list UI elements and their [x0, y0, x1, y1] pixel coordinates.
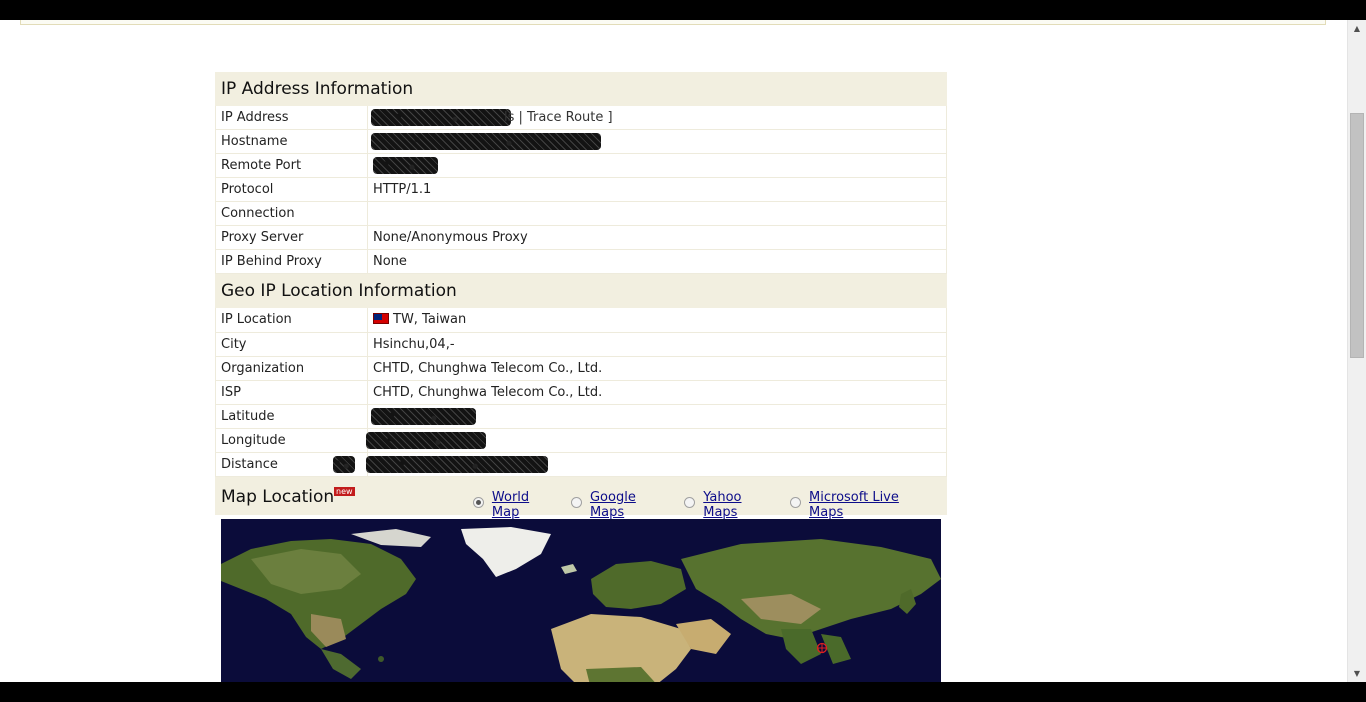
vertical-scrollbar[interactable]: ▲ ▼ [1347, 20, 1366, 682]
geo-section-title: Geo IP Location Information [215, 274, 947, 308]
city-value: Hsinchu,04,- [373, 337, 455, 352]
world-map-link[interactable]: World Map [492, 490, 560, 520]
redacted-block [371, 408, 476, 425]
row-ip-location: IP Location TW, Taiwan [215, 308, 947, 333]
yahoo-maps-link[interactable]: Yahoo Maps [703, 490, 779, 520]
map-section-header: Map Location new World Map Google Maps Y… [215, 477, 947, 520]
distance-value [333, 453, 946, 476]
row-protocol: Protocol HTTP/1.1 [215, 178, 947, 202]
row-latitude: Latitude [215, 405, 947, 429]
organization-value: CHTD, Chunghwa Telecom Co., Ltd. [373, 361, 603, 376]
row-label: City [216, 333, 368, 356]
browser-bottom-bar [0, 682, 1366, 702]
ip-location-text: TW, Taiwan [393, 312, 467, 327]
row-label: Organization [216, 357, 368, 380]
yahoo-maps-radio[interactable] [684, 496, 696, 508]
isp-value: CHTD, Chunghwa Telecom Co., Ltd. [373, 385, 603, 400]
map-option-google[interactable]: Google Maps [571, 490, 673, 520]
world-map-radio[interactable] [473, 496, 484, 508]
row-proxy-server: Proxy Server None/Anonymous Proxy [215, 226, 947, 250]
google-maps-radio[interactable] [571, 496, 582, 508]
redacted-block [333, 456, 355, 473]
taiwan-flag-icon [373, 313, 389, 324]
row-label: IP Behind Proxy [216, 250, 368, 273]
row-label: Remote Port [216, 154, 368, 177]
hostname-value [368, 130, 946, 153]
map-option-yahoo[interactable]: Yahoo Maps [684, 490, 779, 520]
microsoft-maps-radio[interactable] [790, 496, 802, 508]
row-label: IP Location [216, 308, 368, 332]
row-organization: Organization CHTD, Chunghwa Telecom Co.,… [215, 357, 947, 381]
row-label: ISP [216, 381, 368, 404]
new-badge: new [334, 487, 355, 496]
row-distance: Distance [215, 453, 947, 477]
row-label: IP Address [216, 106, 368, 129]
row-label: Latitude [216, 405, 368, 428]
ip-behind-proxy-value: None [373, 254, 407, 269]
ip-info-panel: IP Address Information IP Address ls | T… [215, 72, 947, 689]
row-label: Longitude [216, 429, 368, 452]
redacted-block [366, 432, 486, 449]
map-option-microsoft[interactable]: Microsoft Live Maps [790, 490, 936, 520]
scroll-up-arrow-icon[interactable]: ▲ [1348, 20, 1366, 37]
row-remote-port: Remote Port [215, 154, 947, 178]
latitude-value [368, 405, 946, 428]
redacted-block [371, 109, 511, 126]
world-map-image [221, 519, 941, 689]
browser-top-bar [0, 0, 1366, 20]
redacted-block [366, 456, 548, 473]
ip-location-value: TW, Taiwan [368, 308, 946, 332]
map-option-world[interactable]: World Map [473, 490, 560, 520]
scroll-down-arrow-icon[interactable]: ▼ [1348, 665, 1366, 682]
trace-route-link[interactable]: ls | Trace Route ] [504, 106, 613, 129]
row-ip-address: IP Address ls | Trace Route ] [215, 106, 947, 130]
scroll-thumb[interactable] [1350, 113, 1364, 358]
row-connection: Connection [215, 202, 947, 226]
world-map[interactable] [221, 519, 941, 689]
notice-strip [20, 20, 1326, 25]
row-ip-behind-proxy: IP Behind Proxy None [215, 250, 947, 274]
redacted-block [371, 133, 601, 150]
row-hostname: Hostname [215, 130, 947, 154]
row-label: Hostname [216, 130, 368, 153]
protocol-value: HTTP/1.1 [373, 182, 432, 197]
redacted-block [373, 157, 438, 174]
proxy-server-value: None/Anonymous Proxy [373, 230, 528, 245]
map-type-options: World Map Google Maps Yahoo Maps Microso… [473, 490, 947, 520]
longitude-value [366, 429, 946, 452]
row-isp: ISP CHTD, Chunghwa Telecom Co., Ltd. [215, 381, 947, 405]
microsoft-maps-link[interactable]: Microsoft Live Maps [809, 490, 936, 520]
row-longitude: Longitude [215, 429, 947, 453]
google-maps-link[interactable]: Google Maps [590, 490, 673, 520]
connection-value [368, 202, 946, 225]
row-label: Proxy Server [216, 226, 368, 249]
ip-address-value: ls | Trace Route ] [368, 106, 946, 129]
ip-section-title: IP Address Information [215, 72, 947, 106]
remote-port-value [368, 154, 946, 177]
map-section-title: Map Location [221, 487, 335, 507]
row-label: Protocol [216, 178, 368, 201]
row-label: Connection [216, 202, 368, 225]
row-city: City Hsinchu,04,- [215, 333, 947, 357]
